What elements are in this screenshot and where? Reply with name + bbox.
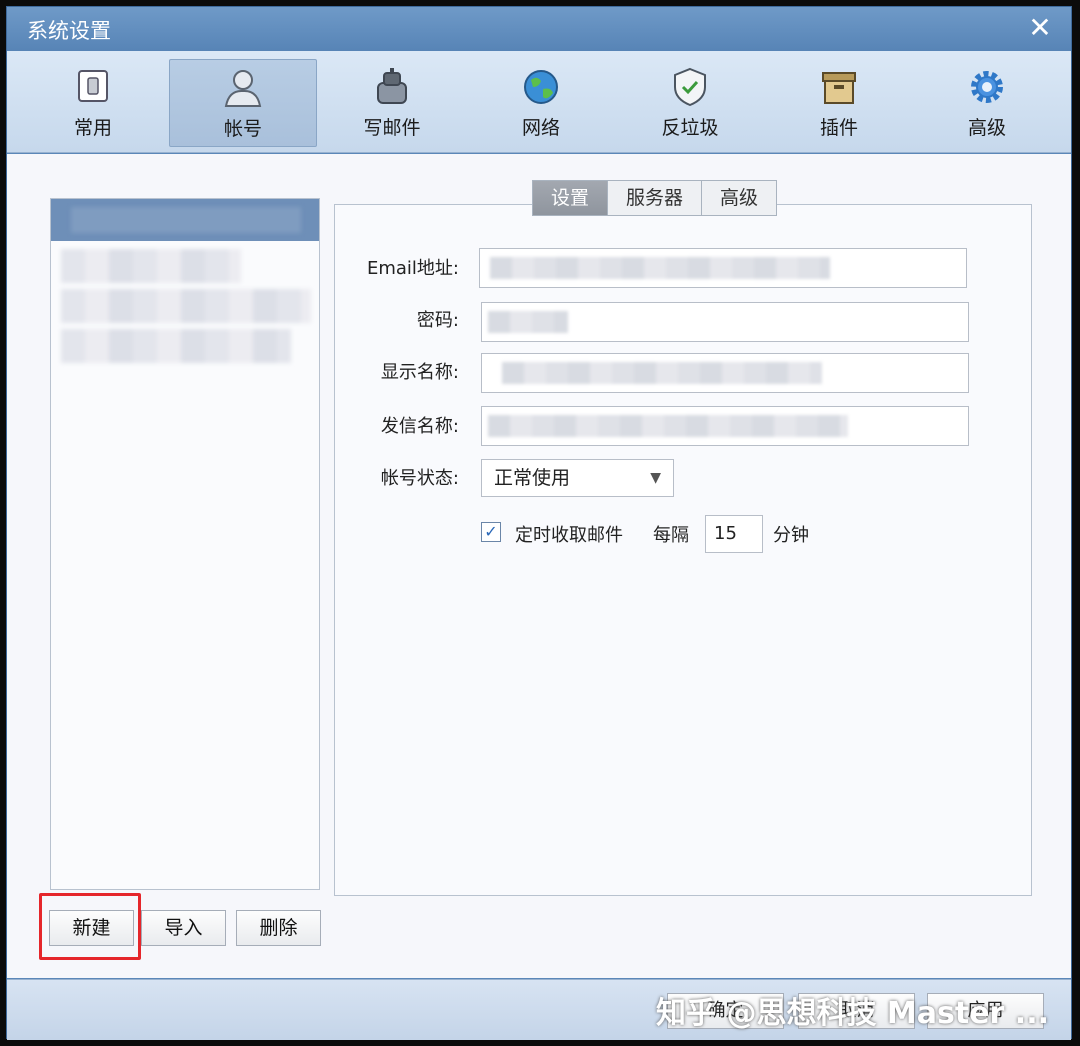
general-icon <box>78 70 108 102</box>
account-status-label: 帐号状态: <box>380 468 459 489</box>
toolbar-item-network[interactable]: 网络 <box>467 59 615 147</box>
compose-icon <box>377 68 407 104</box>
every-label: 每隔 <box>653 525 689 546</box>
toolbar-item-compose[interactable]: 写邮件 <box>318 59 466 147</box>
toolbar-item-antispam[interactable]: 反垃圾 <box>616 59 764 147</box>
toolbar-label: 常用 <box>73 117 112 139</box>
auto-fetch-checkbox[interactable]: ✓ <box>481 522 501 542</box>
tab-advanced[interactable]: 高级 <box>701 180 778 216</box>
settings-content: 设置 服务器 高级 Email地址: 密码: 显示名称: 发信名称: 帐号状态:… <box>7 154 1071 978</box>
network-globe-icon <box>524 70 558 104</box>
blurred-account-row <box>61 289 311 323</box>
settings-window: 系统设置 ✕ 常用 帐号 写邮件 网络 反垃圾 插件 高级 设置 服务器 高级 … <box>6 6 1072 1040</box>
display-name-field[interactable] <box>481 353 969 393</box>
account-status-select[interactable]: 正常使用 ▼ <box>481 459 674 497</box>
title-bar: 系统设置 ✕ <box>7 7 1071 51</box>
blurred-account-row <box>61 249 241 283</box>
account-icon <box>224 70 262 107</box>
toolbar-label: 插件 <box>819 117 858 139</box>
display-name-label: 显示名称: <box>380 362 459 383</box>
interval-unit-label: 分钟 <box>773 525 809 546</box>
auto-fetch-label: 定时收取邮件 <box>515 525 623 546</box>
toolbar-item-account[interactable]: 帐号 <box>169 59 317 147</box>
toolbar-label: 帐号 <box>223 118 262 140</box>
account-list[interactable] <box>50 198 320 890</box>
window-title: 系统设置 <box>27 19 111 43</box>
toolbar-label: 网络 <box>521 117 560 139</box>
delete-button[interactable]: 删除 <box>236 910 321 946</box>
blurred-value <box>488 311 568 333</box>
toolbar-item-plugins[interactable]: 插件 <box>765 59 913 147</box>
antispam-shield-icon <box>674 67 706 107</box>
blurred-value <box>502 362 822 384</box>
password-field[interactable] <box>481 302 969 342</box>
footer-bar: 确定 取消 应用 知乎 @思想科技 Master ... <box>7 979 1071 1040</box>
advanced-gear-icon <box>971 71 1003 103</box>
settings-toolbar: 常用 帐号 写邮件 网络 反垃圾 插件 高级 <box>7 51 1071 153</box>
sender-name-label: 发信名称: <box>380 416 459 437</box>
toolbar-item-general[interactable]: 常用 <box>19 59 167 147</box>
blurred-value <box>488 415 848 437</box>
interval-input[interactable]: 15 <box>705 515 763 553</box>
toolbar-label: 高级 <box>967 117 1006 139</box>
import-button[interactable]: 导入 <box>141 910 226 946</box>
toolbar-label: 反垃圾 <box>661 117 719 139</box>
account-status-value: 正常使用 <box>494 467 571 489</box>
close-icon[interactable]: ✕ <box>1025 13 1055 43</box>
email-label: Email地址: <box>366 258 459 279</box>
account-list-selected-item[interactable] <box>51 199 319 241</box>
screenshot-frame: 系统设置 ✕ 常用 帐号 写邮件 网络 反垃圾 插件 高级 设置 服务器 高级 … <box>0 0 1080 1046</box>
tab-server[interactable]: 服务器 <box>607 180 703 216</box>
blurred-account-row <box>61 329 291 363</box>
watermark: 知乎 @思想科技 Master ... <box>656 996 1049 1031</box>
toolbar-item-advanced[interactable]: 高级 <box>913 59 1061 147</box>
email-field[interactable] <box>479 248 967 288</box>
highlight-box <box>39 893 141 960</box>
blurred-account-name <box>71 207 301 233</box>
sender-name-field[interactable] <box>481 406 969 446</box>
plugin-box-icon <box>822 72 856 104</box>
tab-settings[interactable]: 设置 <box>532 180 609 216</box>
password-label: 密码: <box>416 310 459 331</box>
chevron-down-icon: ▼ <box>650 470 661 486</box>
blurred-value <box>490 257 830 279</box>
toolbar-label: 写邮件 <box>363 117 421 139</box>
settings-tabs: 设置 服务器 高级 <box>532 180 778 216</box>
